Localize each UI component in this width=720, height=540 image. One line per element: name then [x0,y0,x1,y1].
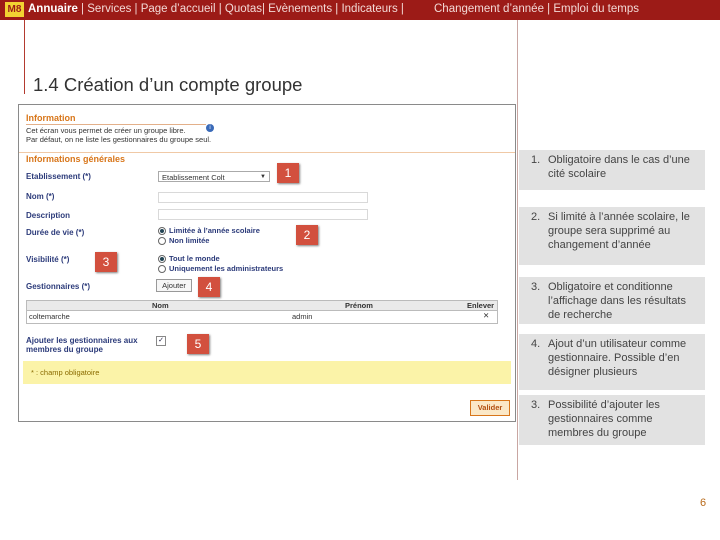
visib-opt1-label: Tout le monde [169,254,220,263]
row-prenom: admin [292,312,313,321]
nav-items[interactable]: Services | Page d’accueil | Quotas| Evèn… [87,3,404,15]
col-nom: Nom [152,301,169,310]
info-text-2: Par défaut, on ne liste les gestionnaire… [26,135,212,144]
description-label: Description [26,211,71,220]
note-3: 3. Obligatoire et conditionne l’affichag… [519,277,705,324]
badge-5: 5 [187,334,209,354]
duree-label: Durée de vie (*) [26,228,85,237]
note-5-text: Possibilité d’ajouter les gestionnaires … [548,399,660,439]
nom-field[interactable] [158,192,368,203]
gestionnaires-table: Nom Prénom Enlever coltemarche admin ✕ [26,300,498,324]
visibilite-label: Visibilité (*) [26,255,70,264]
etab-value: Etablissement Colt [162,173,225,182]
remove-icon[interactable]: ✕ [483,311,489,320]
visib-option-all[interactable]: Tout le monde [158,254,220,264]
radio-all[interactable] [158,255,166,264]
note-4-num: 4. [531,338,541,350]
page-title: 1.4 Création d’un compte groupe [33,74,303,95]
page-number: 6 [700,497,707,509]
note-5: 3. Possibilité d’ajouter les gestionnair… [519,395,705,445]
info-icon: i [206,124,214,132]
visib-option-admins[interactable]: Uniquement les administrateurs [158,264,284,274]
visib-opt2-label: Uniquement les administrateurs [169,264,284,273]
note-1-text: Obligatoire dans le cas d’une cité scola… [548,154,690,180]
note-5-num: 3. [531,399,541,411]
nav-links-right[interactable]: Changement d’année | Emploi du temps [434,3,639,15]
m8-logo: M8 [5,2,24,17]
info-header: Information [26,113,76,123]
row-nom: coltemarche [29,312,70,321]
duree-opt2-label: Non limitée [169,236,210,245]
chevron-down-icon: ▼ [260,174,266,180]
radio-unlimited[interactable] [158,237,166,246]
info-underline [26,124,206,125]
description-field[interactable] [158,209,368,220]
note-2-text: Si limité à l’année scolaire, le groupe … [548,211,690,251]
duree-option-unlimited[interactable]: Non limitée [158,236,210,246]
duree-opt1-label: Limitée à l’année scolaire [169,226,260,235]
note-2-num: 2. [531,211,541,223]
badge-3: 3 [95,252,117,272]
left-rule [24,20,25,94]
note-4-text: Ajout d’un utilisateur comme gestionnair… [548,338,687,378]
col-prenom: Prénom [345,301,373,310]
valider-button[interactable]: Valider [470,400,510,416]
add-gest-label: Ajouter les gestionnaires aux membres du… [26,336,138,354]
badge-1: 1 [277,163,299,183]
duree-option-limited[interactable]: Limitée à l’année scolaire [158,226,260,236]
section-divider [19,152,515,153]
radio-limited[interactable] [158,227,166,236]
add-gest-checkbox[interactable]: ✓ [156,336,166,346]
radio-admins[interactable] [158,265,166,274]
etablissement-select[interactable]: Etablissement Colt ▼ [158,171,270,182]
nom-label: Nom (*) [26,192,55,201]
general-header: Informations générales [26,154,126,164]
info-text-1: Cet écran vous permet de créer un groupe… [26,126,186,135]
badge-2: 2 [296,225,318,245]
note-3-num: 3. [531,281,541,293]
mandatory-note: * : champ obligatoire [31,368,100,377]
right-rule [517,20,518,480]
nav-links-left: Annuaire | Services | Page d’accueil | Q… [28,3,404,15]
ajouter-button[interactable]: Ajouter [156,279,192,292]
nav-item-annuaire[interactable]: Annuaire [28,3,78,15]
note-1-num: 1. [531,154,541,166]
col-enlever: Enlever [467,301,495,310]
nav-separator: | [81,3,85,15]
etab-label: Etablissement (*) [26,172,91,181]
table-header [27,301,497,311]
gestionnaires-label: Gestionnaires (*) [26,282,91,291]
note-1: 1. Obligatoire dans le cas d’une cité sc… [519,150,705,190]
badge-4: 4 [198,277,220,297]
note-2: 2. Si limité à l’année scolaire, le grou… [519,207,705,265]
form-screenshot: Information Cet écran vous permet de cré… [18,104,516,422]
note-4: 4. Ajout d’un utilisateur comme gestionn… [519,334,705,390]
note-3-text: Obligatoire et conditionne l’affichage d… [548,281,686,321]
